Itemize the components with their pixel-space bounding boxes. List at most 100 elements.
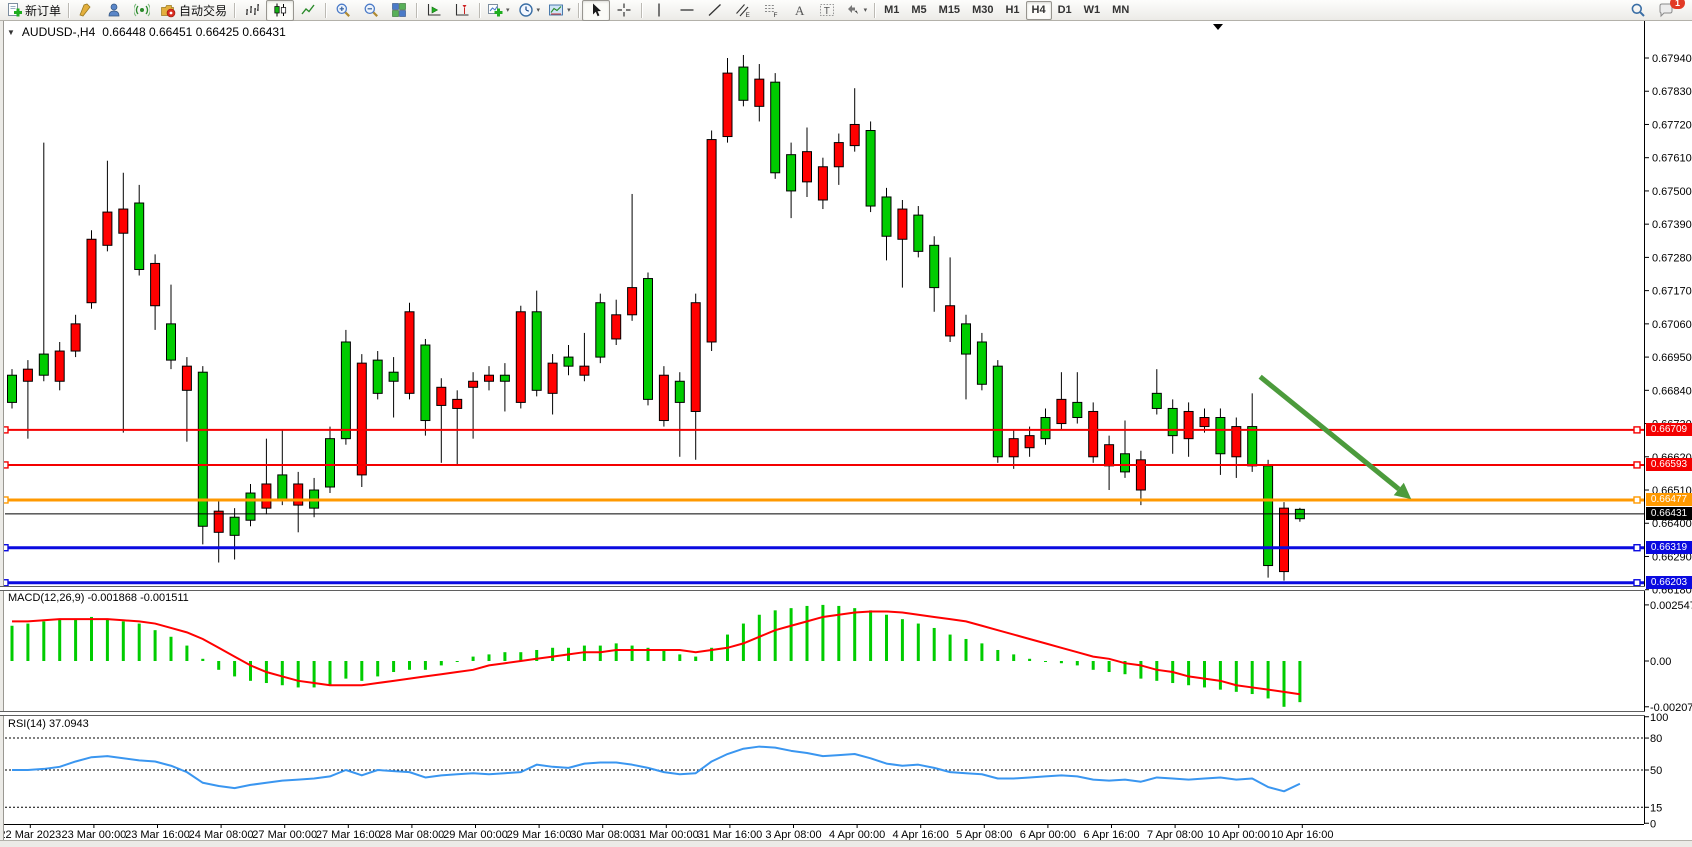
candle-bullish[interactable] [421, 345, 430, 421]
bar-chart-mode-button[interactable] [238, 0, 266, 21]
fibonacci-tool-button[interactable]: F [757, 0, 785, 21]
zoom-in-button[interactable] [329, 0, 357, 21]
candle-bearish[interactable] [485, 375, 494, 381]
candle-bullish[interactable] [8, 375, 17, 402]
candle-bearish[interactable] [1025, 436, 1034, 448]
vertical-line-tool-button[interactable] [645, 0, 673, 21]
candle-bearish[interactable] [55, 351, 64, 381]
candle-bearish[interactable] [834, 143, 843, 167]
candle-bearish[interactable] [628, 288, 637, 315]
candle-bearish[interactable] [453, 399, 462, 408]
chart-background[interactable] [0, 21, 1692, 847]
candle-bearish[interactable] [119, 209, 128, 233]
arrows-tool-button[interactable]: ▾ [841, 0, 872, 21]
collapse-triangle-icon[interactable]: ▼ [7, 28, 15, 37]
candle-bullish[interactable] [373, 360, 382, 393]
candle-bullish[interactable] [564, 357, 573, 366]
candle-bullish[interactable] [389, 372, 398, 381]
candle-bullish[interactable] [230, 517, 239, 535]
candle-bearish[interactable] [707, 140, 716, 342]
line-handle-right[interactable] [1634, 497, 1640, 503]
candle-bullish[interactable] [135, 203, 144, 269]
candle-bearish[interactable] [103, 212, 112, 245]
candle-bearish[interactable] [151, 263, 160, 305]
period-button[interactable]: ▾ [514, 0, 545, 21]
candle-bearish[interactable] [294, 484, 303, 505]
candle-bearish[interactable] [548, 363, 557, 393]
candle-bearish[interactable] [818, 167, 827, 200]
candle-bearish[interactable] [1280, 508, 1289, 571]
candle-bearish[interactable] [405, 312, 414, 394]
search-button[interactable] [1624, 0, 1652, 21]
candle-bullish[interactable] [1073, 402, 1082, 417]
crosshair-tool-button[interactable] [610, 0, 638, 21]
candle-bullish[interactable] [1216, 418, 1225, 454]
candle-bearish[interactable] [580, 366, 589, 375]
candle-bearish[interactable] [1009, 439, 1018, 457]
candle-bullish[interactable] [1168, 408, 1177, 435]
candle-bearish[interactable] [723, 73, 732, 136]
candle-bearish[interactable] [1232, 427, 1241, 457]
chevron-down-icon[interactable]: ▾ [864, 7, 868, 14]
candle-bearish[interactable] [71, 324, 80, 351]
candle-bullish[interactable] [675, 381, 684, 402]
text-tool-button[interactable]: A [785, 0, 813, 21]
timeframe-m30-button[interactable]: M30 [966, 1, 999, 20]
candle-bullish[interactable] [246, 493, 255, 520]
candle-bullish[interactable] [532, 312, 541, 391]
candle-bullish[interactable] [914, 215, 923, 251]
timeframe-w1-button[interactable]: W1 [1078, 1, 1107, 20]
timeframe-m15-button[interactable]: M15 [933, 1, 966, 20]
candle-bullish[interactable] [771, 82, 780, 173]
candle-bullish[interactable] [39, 354, 48, 375]
chart-canvas[interactable]: 0.679400.678300.677200.676100.675000.673… [0, 0, 1692, 847]
new-order-button[interactable]: 新订单 [2, 0, 65, 21]
candle-bullish[interactable] [1248, 427, 1257, 466]
candle-bullish[interactable] [326, 439, 335, 487]
candlestick-mode-button[interactable] [266, 0, 294, 21]
scroll-to-end-button[interactable] [420, 0, 448, 21]
candle-bullish[interactable] [993, 366, 1002, 457]
candle-bullish[interactable] [739, 67, 748, 100]
candle-bearish[interactable] [898, 209, 907, 239]
signal-button[interactable] [128, 0, 156, 21]
candle-bullish[interactable] [866, 131, 875, 207]
candle-bullish[interactable] [596, 303, 605, 357]
chart-shift-button[interactable] [448, 0, 476, 21]
candle-bearish[interactable] [1200, 418, 1209, 427]
candle-bearish[interactable] [803, 152, 812, 182]
candle-bearish[interactable] [469, 381, 478, 387]
line-handle-right[interactable] [1634, 580, 1640, 586]
timeframe-mn-button[interactable]: MN [1106, 1, 1135, 20]
line-handle-right[interactable] [1634, 427, 1640, 433]
candle-bearish[interactable] [87, 239, 96, 302]
candle-bearish[interactable] [1184, 411, 1193, 438]
candle-bearish[interactable] [23, 369, 32, 381]
chevron-down-icon[interactable]: ▾ [537, 7, 541, 14]
timeframe-h1-button[interactable]: H1 [999, 1, 1025, 20]
candle-bearish[interactable] [437, 387, 446, 405]
label-tool-button[interactable]: T [813, 0, 841, 21]
chevron-down-icon[interactable]: ▾ [506, 7, 510, 14]
zoom-out-button[interactable] [357, 0, 385, 21]
timeframe-m5-button[interactable]: M5 [905, 1, 932, 20]
candle-bullish[interactable] [198, 372, 207, 526]
add-indicator-button[interactable]: ▾ [483, 0, 514, 21]
candle-bearish[interactable] [1089, 411, 1098, 456]
market-watch-button[interactable] [100, 0, 128, 21]
line-handle-right[interactable] [1634, 545, 1640, 551]
candle-bearish[interactable] [612, 315, 621, 339]
candle-bullish[interactable] [1121, 454, 1130, 472]
candle-bullish[interactable] [977, 342, 986, 384]
candle-bearish[interactable] [946, 306, 955, 336]
template-button[interactable]: ▾ [544, 0, 575, 21]
auto-trading-button[interactable]: 自动交易 [156, 0, 231, 21]
candle-bullish[interactable] [962, 324, 971, 354]
candle-bullish[interactable] [882, 197, 891, 236]
candle-bullish[interactable] [930, 245, 939, 287]
candle-bullish[interactable] [500, 375, 509, 381]
crayon-tool-button[interactable] [72, 0, 100, 21]
candle-bullish[interactable] [278, 475, 287, 499]
candle-bearish[interactable] [516, 312, 525, 403]
candle-bullish[interactable] [167, 324, 176, 360]
